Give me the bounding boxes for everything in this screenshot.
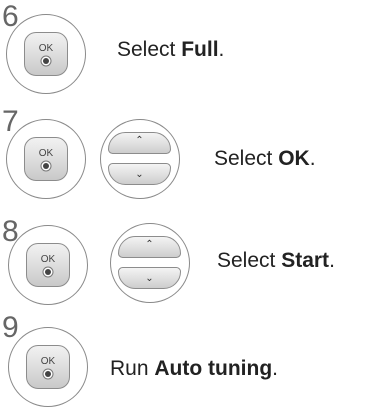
ok-button-ring: OK [8, 225, 88, 305]
ok-button-icon[interactable]: OK [24, 32, 68, 76]
ok-dot-icon [43, 58, 49, 64]
instruction-keyword: Auto tuning [154, 357, 273, 380]
instruction-keyword: OK [278, 147, 310, 170]
instruction-suffix: . [309, 147, 316, 170]
ok-button-label: OK [40, 254, 56, 265]
down-arrow-icon: ⌄ [135, 169, 144, 180]
down-button[interactable]: ⌄ [118, 267, 181, 289]
ok-button-ring: OK [8, 327, 88, 407]
step-9: 9 OK Run Auto tuning. [0, 313, 376, 417]
up-arrow-icon: ⌃ [145, 239, 154, 250]
instruction-prefix: Run [110, 357, 155, 380]
instruction-suffix: . [329, 249, 335, 272]
step-instruction: Run Auto tuning. [110, 357, 278, 381]
step-number: 9 [2, 311, 19, 344]
ok-button-ring: OK [6, 14, 86, 94]
step-instruction: Select Full. [117, 38, 224, 62]
up-button[interactable]: ⌃ [108, 132, 171, 154]
instruction-keyword: Start [281, 249, 330, 272]
ok-button-label: OK [38, 43, 54, 54]
ok-button-icon[interactable]: OK [26, 345, 70, 389]
up-arrow-icon: ⌃ [135, 135, 144, 146]
nav-buttons-ring: ⌃ ⌄ [110, 223, 190, 303]
ok-button-icon[interactable]: OK [26, 243, 70, 287]
step-instruction: Select OK. [214, 147, 316, 171]
ok-button-icon[interactable]: OK [24, 137, 68, 181]
instruction-suffix: . [272, 357, 278, 380]
down-arrow-icon: ⌄ [145, 273, 154, 284]
instruction-prefix: Select [214, 147, 279, 170]
step-6: 6 OK Select Full. [0, 2, 376, 106]
instruction-suffix: . [218, 38, 225, 61]
instruction-prefix: Select [117, 38, 182, 61]
ok-button-ring: OK [6, 119, 86, 199]
ok-dot-icon [45, 269, 51, 275]
up-button[interactable]: ⌃ [118, 236, 181, 258]
down-button[interactable]: ⌄ [108, 163, 171, 185]
ok-button-label: OK [38, 148, 54, 159]
step-7: 7 OK ⌃ ⌄ Select OK. [0, 107, 376, 211]
step-8: 8 OK ⌃ ⌄ Select Start. [0, 217, 376, 321]
ok-dot-icon [43, 163, 49, 169]
ok-button-label: OK [40, 356, 56, 367]
step-instruction: Select Start. [217, 249, 335, 273]
ok-dot-icon [45, 371, 51, 377]
instruction-prefix: Select [217, 249, 282, 272]
nav-buttons-ring: ⌃ ⌄ [100, 119, 180, 199]
instruction-keyword: Full [181, 38, 219, 61]
